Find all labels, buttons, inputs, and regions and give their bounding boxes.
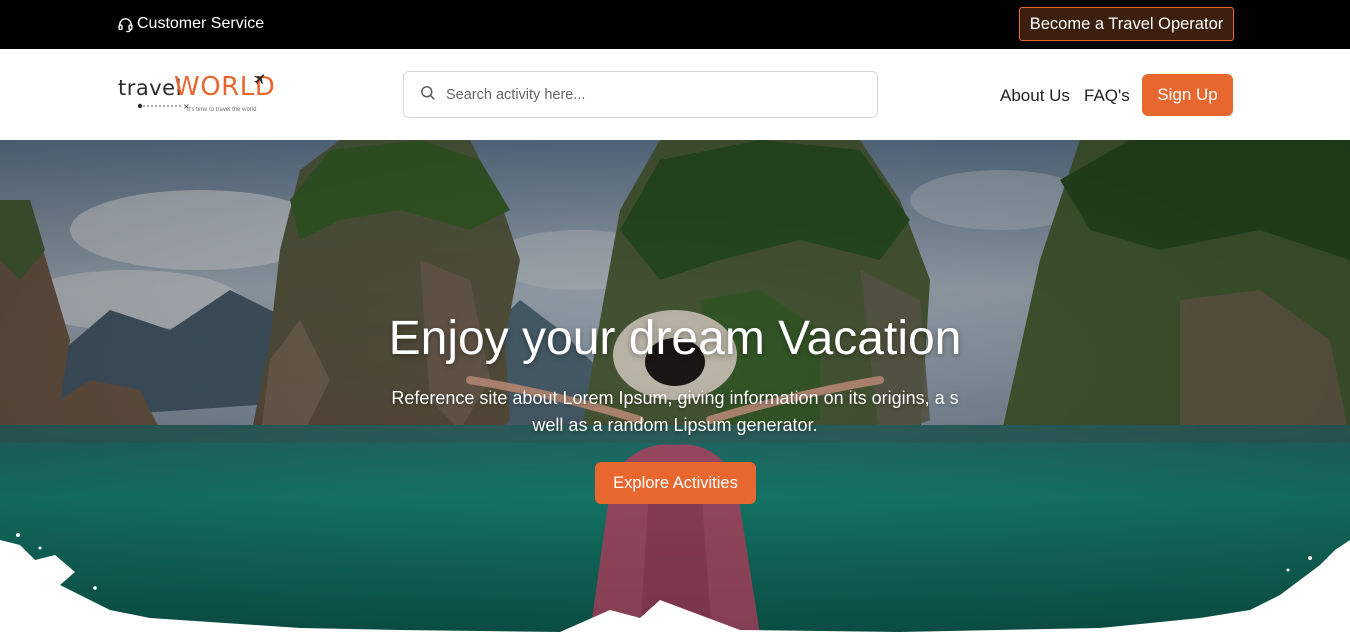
hero-title: Enjoy your dream Vacation	[388, 312, 962, 365]
explore-activities-button[interactable]: Explore Activities	[595, 462, 756, 504]
headset-icon	[117, 16, 134, 33]
travelworld-logo[interactable]: travel WORLD × It's time to travel the w…	[117, 72, 287, 118]
customer-service-label: Customer Service	[137, 15, 265, 32]
become-travel-operator-button[interactable]: Become a Travel Operator	[1019, 7, 1234, 41]
search-input[interactable]	[446, 86, 846, 103]
customer-service-link[interactable]: Customer Service	[117, 15, 264, 33]
site-header: travel WORLD × It's time to travel the w…	[0, 49, 1350, 140]
hero-section: Enjoy your dream Vacation Reference site…	[0, 140, 1350, 634]
hero-subtitle: Reference site about Lorem Ipsum, giving…	[391, 388, 959, 435]
airplane-icon	[253, 72, 267, 91]
logo-tagline: It's time to travel the world	[187, 107, 257, 113]
search-bar	[403, 71, 878, 118]
logo-word-travel: travel	[118, 76, 182, 100]
nav-faqs[interactable]: FAQ's	[1084, 86, 1130, 106]
nav-about-us[interactable]: About Us	[1000, 86, 1070, 106]
sign-up-button[interactable]: Sign Up	[1142, 74, 1233, 116]
search-icon	[404, 84, 436, 106]
top-bar: Customer Service Become a Travel Operato…	[0, 0, 1350, 49]
